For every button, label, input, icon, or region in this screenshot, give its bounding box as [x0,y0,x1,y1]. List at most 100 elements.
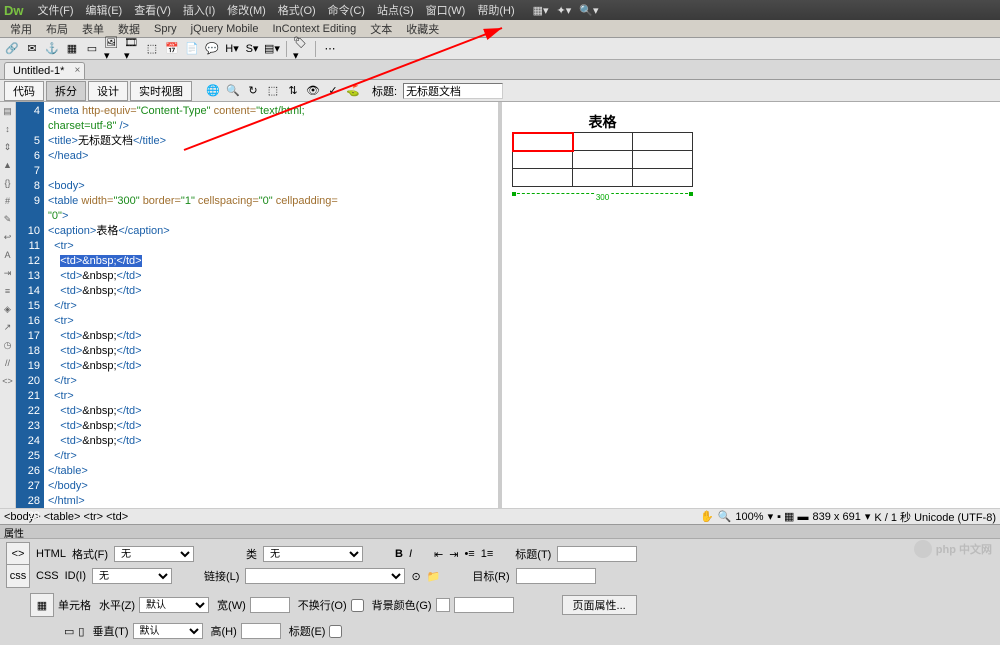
table-icon[interactable]: ▦ [64,41,80,57]
widget-icon[interactable]: ⬚ [144,41,160,57]
layout-icon[interactable]: ▦▾ [533,4,549,17]
browser-icon[interactable]: ⬚ [265,83,281,99]
table-cell[interactable] [633,133,693,151]
split-cell-icon[interactable]: ▯ [78,625,84,638]
insert-tab-text[interactable]: 文本 [364,20,398,38]
open-docs-icon[interactable]: ▤ [1,104,15,118]
table-cell[interactable] [573,169,633,187]
title-input[interactable] [403,83,503,99]
title-attr-input[interactable] [557,546,637,562]
date-icon[interactable]: 📅 [164,41,180,57]
format-icon[interactable]: ≡ [1,284,15,298]
extend-icon[interactable]: ✦▾ [557,4,572,17]
menu-modify[interactable]: 修改(M) [221,2,272,18]
horiz-select[interactable]: 默认 [139,597,209,613]
preview-icon[interactable]: 👁 [305,83,321,99]
template-icon[interactable]: ▤▾ [264,41,280,57]
html-mode-label[interactable]: HTML [36,548,66,560]
table-cell[interactable] [633,151,693,169]
more-icon[interactable]: ⋯ [322,41,338,57]
highlight-icon[interactable]: ✎ [1,212,15,226]
anchor-icon[interactable]: ⚓ [44,41,60,57]
menu-site[interactable]: 站点(S) [371,2,420,18]
class-select[interactable]: 无 [263,546,363,562]
target-input[interactable] [516,568,596,584]
line-numbers-icon[interactable]: # [1,194,15,208]
insert-tab-common[interactable]: 常用 [4,20,38,38]
insert-tab-layout[interactable]: 布局 [40,20,74,38]
table-cell[interactable] [513,169,573,187]
insert-tab-favorites[interactable]: 收藏夹 [400,20,445,38]
collapse-icon[interactable]: ↕ [1,122,15,136]
validate-icon[interactable]: ✓ [325,83,341,99]
move-icon[interactable]: ↗ [1,320,15,334]
tag-chooser-icon[interactable]: 🏷▾ [293,41,309,57]
check-icon[interactable]: ⛳ [345,83,361,99]
table-cell[interactable] [633,169,693,187]
insert-tab-jquery[interactable]: jQuery Mobile [185,22,265,36]
header-cell-checkbox[interactable] [329,625,342,638]
menu-insert[interactable]: 插入(I) [177,2,221,18]
zoom-value[interactable]: 100% [735,511,763,523]
script-icon[interactable]: S▾ [244,41,260,57]
point-to-file-icon[interactable]: ⊙ [411,570,420,583]
close-icon[interactable]: × [75,65,81,76]
div-icon[interactable]: ▭ [84,41,100,57]
bgcolor-input[interactable] [454,597,514,613]
table-cell[interactable] [573,133,633,151]
preview-table[interactable] [512,132,693,187]
syntax-icon[interactable]: A [1,248,15,262]
format-select[interactable]: 无 [114,546,194,562]
balance-braces-icon[interactable]: {} [1,176,15,190]
italic-button[interactable]: I [409,548,412,560]
wrap-tag-icon[interactable]: <> [1,374,15,388]
menu-view[interactable]: 查看(V) [128,2,177,18]
server-include-icon[interactable]: 📄 [184,41,200,57]
expand-icon[interactable]: ⇕ [1,140,15,154]
file-mgmt-icon[interactable]: ⇅ [285,83,301,99]
menu-edit[interactable]: 编辑(E) [80,2,129,18]
table-cell-selected[interactable] [513,133,573,151]
bold-button[interactable]: B [395,548,403,560]
insert-tab-spry[interactable]: Spry [148,22,183,36]
refresh-icon[interactable]: ↻ [245,83,261,99]
html-mode-icon[interactable]: <> [6,542,30,566]
search-icon[interactable]: 🔍▾ [579,4,598,17]
select-parent-icon[interactable]: ▲ [1,158,15,172]
css-mode-label[interactable]: CSS [36,570,59,582]
id-select[interactable]: 无 [92,568,172,584]
email-link-icon[interactable]: ✉ [24,41,40,57]
menu-format[interactable]: 格式(O) [272,2,322,18]
page-properties-button[interactable]: 页面属性... [562,595,637,615]
height-input[interactable] [241,623,281,639]
document-tab[interactable]: Untitled-1* × [4,62,85,79]
view-split[interactable]: 拆分 [46,81,86,101]
link-select[interactable] [245,568,405,584]
comment-icon[interactable]: 💬 [204,41,220,57]
head-icon[interactable]: H▾ [224,41,240,57]
menu-help[interactable]: 帮助(H) [471,2,520,18]
code-editor[interactable]: <meta http-equiv="Content-Type" content=… [44,102,498,508]
inspect-icon[interactable]: 🔍 [225,83,241,99]
auto-indent-icon[interactable]: ⇥ [1,266,15,280]
recent-icon[interactable]: ◷ [1,338,15,352]
cell-icon[interactable]: ▦ [30,593,54,617]
view-code[interactable]: 代码 [4,81,44,101]
properties-header[interactable]: 属性 [0,525,1000,539]
ol-icon[interactable]: 1≡ [481,548,494,560]
bgcolor-swatch[interactable] [436,598,450,612]
merge-cells-icon[interactable]: ▭ [64,625,74,638]
view-live[interactable]: 实时视图 [130,81,192,101]
live-code-icon[interactable]: 🌐 [205,83,221,99]
width-input[interactable] [250,597,290,613]
media-icon[interactable]: 🎞▾ [124,41,140,57]
hand-tool-icon[interactable]: ✋ [700,510,714,523]
menu-file[interactable]: 文件(F) [32,2,80,18]
ul-icon[interactable]: •≡ [464,548,474,560]
viewport-icons[interactable]: ▪ ▦ ▬ [777,510,808,523]
snippets-icon[interactable]: ◈ [1,302,15,316]
word-wrap-icon[interactable]: ↩ [1,230,15,244]
hyperlink-icon[interactable]: 🔗 [4,41,20,57]
image-icon[interactable]: 🖼▾ [104,41,120,57]
view-design[interactable]: 设计 [88,81,128,101]
